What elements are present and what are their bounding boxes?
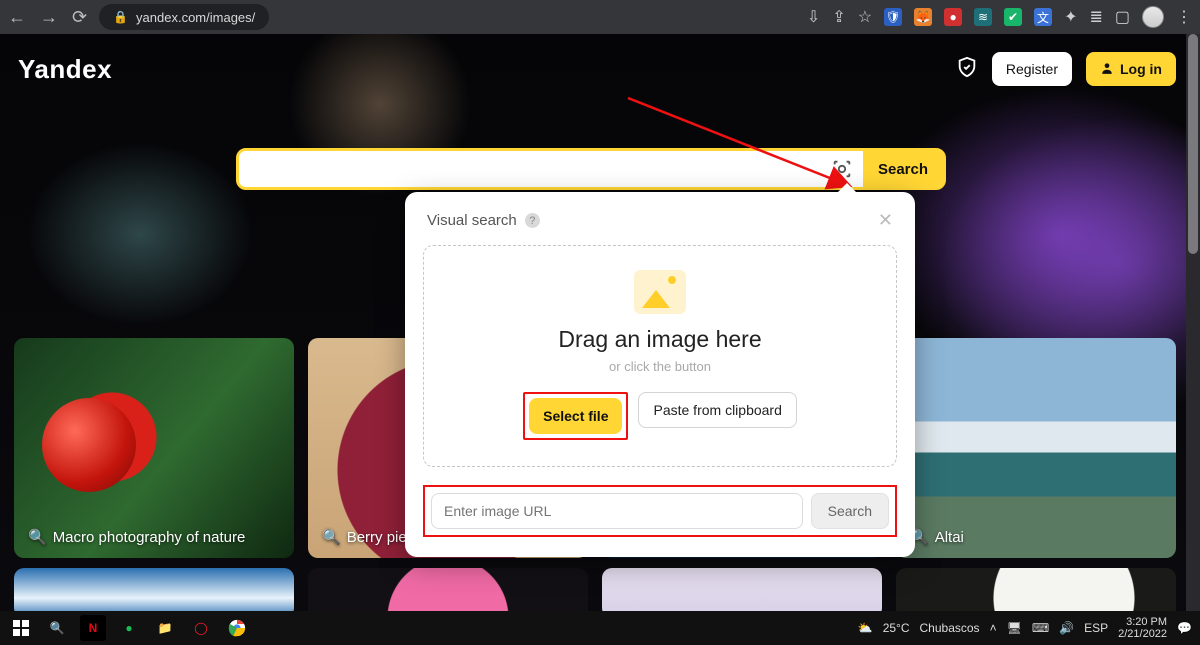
tab-overview-icon[interactable]: ▢ <box>1115 7 1130 27</box>
suggestion-card[interactable]: 🔍Altai <box>896 338 1176 558</box>
extension-icon[interactable]: 文 <box>1034 8 1052 26</box>
tray-language[interactable]: ESP <box>1084 621 1108 635</box>
back-icon[interactable]: ← <box>8 7 26 28</box>
suggestion-label: Berry pie <box>347 529 407 546</box>
image-placeholder-icon <box>634 270 686 314</box>
extension-icon[interactable]: ● <box>944 8 962 26</box>
search-icon: 🔍 <box>322 528 341 546</box>
user-icon <box>1100 61 1114 78</box>
tray-wifi-icon[interactable]: ⌨ <box>1032 621 1049 635</box>
annotation-highlight: Select file <box>523 392 628 440</box>
tray-battery-icon[interactable]: 🖥 <box>1007 621 1022 635</box>
forward-icon[interactable]: → <box>40 7 58 28</box>
extensions-icon[interactable]: ✦ <box>1064 7 1077 27</box>
suggestion-card[interactable]: 🔍 Macro photography of nature <box>14 338 294 558</box>
tray-volume-icon[interactable]: 🔊 <box>1059 621 1074 635</box>
tray-chevron-icon[interactable]: ˄ <box>990 621 997 635</box>
weather-icon[interactable]: ⛅ <box>858 621 873 635</box>
extension-icon[interactable]: 🦊 <box>914 8 932 26</box>
extension-icon[interactable]: ≋ <box>974 8 992 26</box>
paste-clipboard-button[interactable]: Paste from clipboard <box>638 392 796 428</box>
taskbar-clock[interactable]: 3:20 PM 2/21/2022 <box>1118 616 1167 640</box>
popup-title: Visual search <box>427 212 517 229</box>
suggestion-label: Altai <box>935 529 964 546</box>
select-file-button[interactable]: Select file <box>529 398 622 434</box>
drag-title: Drag an image here <box>434 326 886 353</box>
weather-temp: 25°C <box>883 621 910 635</box>
star-icon[interactable]: ☆ <box>858 7 872 27</box>
taskbar-app-icon[interactable]: ● <box>116 615 142 641</box>
reading-list-icon[interactable]: ≣ <box>1089 7 1102 27</box>
yandex-logo[interactable]: Yandex <box>18 54 112 85</box>
extension-icon[interactable]: ✔ <box>1004 8 1022 26</box>
shield-icon[interactable] <box>956 56 978 83</box>
start-button[interactable] <box>8 615 34 641</box>
url-text: yandex.com/images/ <box>136 10 255 25</box>
annotation-highlight: Search <box>423 485 897 537</box>
share-icon[interactable]: ⇪ <box>832 7 845 27</box>
kebab-menu-icon[interactable]: ⋮ <box>1176 7 1192 27</box>
suggestion-label: Macro photography of nature <box>53 529 246 546</box>
extension-icon[interactable]: 🛡 <box>884 8 902 26</box>
login-button[interactable]: Log in <box>1086 52 1176 86</box>
taskbar-app-icon[interactable]: N <box>80 615 106 641</box>
weather-desc: Chubascos <box>920 621 980 635</box>
notifications-icon[interactable]: 💬 <box>1177 621 1192 635</box>
profile-avatar[interactable] <box>1142 6 1164 28</box>
search-button[interactable]: Search <box>863 151 943 187</box>
search-input[interactable] <box>239 151 821 187</box>
taskbar-app-icon[interactable]: 📁 <box>152 615 178 641</box>
drop-zone[interactable]: Drag an image here or click the button S… <box>423 245 897 467</box>
windows-taskbar: 🔍 N ● 📁 ◯ ⛅ 25°C Chubascos ˄ 🖥 ⌨ 🔊 ESP 3… <box>0 611 1200 645</box>
lock-icon: 🔒 <box>113 10 128 24</box>
close-icon[interactable]: ✕ <box>878 210 893 231</box>
taskbar-app-icon[interactable] <box>224 615 250 641</box>
taskbar-app-icon[interactable]: ◯ <box>188 615 214 641</box>
help-icon[interactable]: ? <box>525 213 540 228</box>
register-button[interactable]: Register <box>992 52 1072 86</box>
url-search-button[interactable]: Search <box>811 493 889 529</box>
image-search-icon[interactable] <box>821 151 863 187</box>
drag-subtitle: or click the button <box>434 359 886 374</box>
browser-toolbar: ← → ⟳ 🔒 yandex.com/images/ ⇩ ⇪ ☆ 🛡 🦊 ● ≋… <box>0 0 1200 34</box>
scrollbar[interactable] <box>1186 34 1200 611</box>
address-bar[interactable]: 🔒 yandex.com/images/ <box>99 4 269 30</box>
reload-icon[interactable]: ⟳ <box>72 7 87 28</box>
taskbar-search-icon[interactable]: 🔍 <box>44 615 70 641</box>
search-icon: 🔍 <box>28 528 47 546</box>
install-icon[interactable]: ⇩ <box>807 7 820 27</box>
visual-search-popup: Visual search ? ✕ Drag an image here or … <box>405 192 915 557</box>
image-url-input[interactable] <box>431 493 803 529</box>
page-content: Yandex Register Log in Search 🔍M <box>0 34 1200 611</box>
